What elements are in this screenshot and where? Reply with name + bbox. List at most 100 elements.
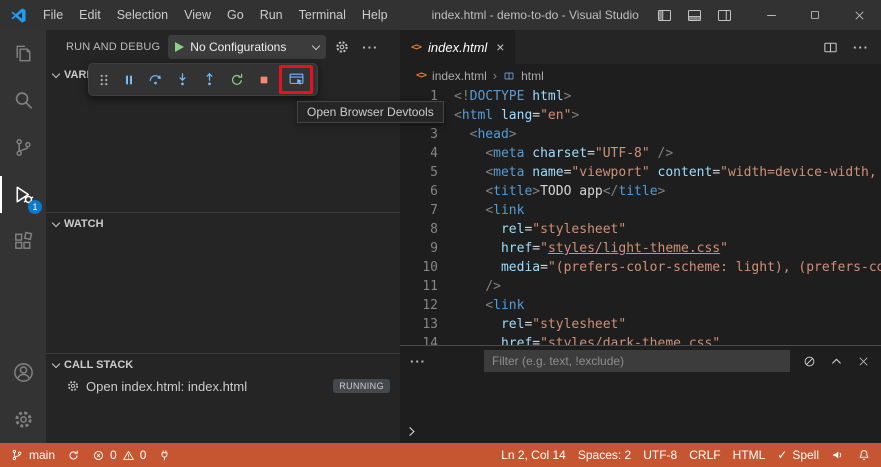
sidebar-more-actions-icon[interactable]: ··· — [358, 35, 382, 59]
editor-more-actions-icon[interactable]: ··· — [853, 40, 869, 55]
notifications-item[interactable] — [851, 443, 877, 467]
close-panel-icon[interactable] — [856, 354, 871, 369]
code-line[interactable]: 11 /> — [400, 277, 881, 296]
code-token: "width=device-width, — [720, 165, 877, 180]
debug-status-item[interactable] — [152, 443, 177, 467]
breadcrumb-file[interactable]: index.html — [432, 69, 487, 83]
maximize-button[interactable] — [793, 0, 837, 30]
line-number[interactable]: 4 — [400, 144, 438, 163]
menu-item-run[interactable]: Run — [252, 0, 291, 30]
code-line[interactable]: 2<html lang="en"> — [400, 106, 881, 125]
code-line[interactable]: 6 <title>TODO app</title> — [400, 182, 881, 201]
problems-indicator[interactable]: 0 0 — [86, 443, 152, 467]
line-number[interactable]: 6 — [400, 182, 438, 201]
code-line[interactable]: 10 media="(prefers-color-scheme: light),… — [400, 258, 881, 277]
step-into-button[interactable] — [169, 66, 196, 93]
menu-item-go[interactable]: Go — [219, 0, 252, 30]
menu-item-file[interactable]: File — [35, 0, 71, 30]
menu-item-help[interactable]: Help — [354, 0, 396, 30]
call-stack-session-row[interactable]: Open index.html: index.html RUNNING — [46, 375, 400, 397]
code-token: title — [618, 184, 658, 199]
toggle-secondary-sidebar-icon[interactable] — [716, 7, 733, 24]
spell-checker-status[interactable]: ✓ Spell — [771, 443, 825, 467]
restart-button[interactable] — [223, 66, 250, 93]
split-editor-icon[interactable] — [822, 39, 839, 56]
code-line[interactable]: 3 <head> — [400, 125, 881, 144]
toggle-sidebar-icon[interactable] — [656, 7, 673, 24]
open-browser-devtools-button[interactable] — [279, 65, 313, 94]
line-number[interactable]: 10 — [400, 258, 438, 277]
step-over-button[interactable] — [142, 66, 169, 93]
line-number[interactable]: 7 — [400, 201, 438, 220]
debug-settings-gear-icon[interactable] — [330, 35, 354, 59]
announcement-item[interactable] — [825, 443, 851, 467]
minimize-button[interactable] — [749, 0, 793, 30]
menu-item-terminal[interactable]: Terminal — [291, 0, 354, 30]
cursor-position[interactable]: Ln 2, Col 14 — [495, 443, 572, 467]
open-browser-devtools-tooltip: Open Browser Devtools — [297, 101, 444, 123]
code-text: <!DOCTYPE html> — [438, 87, 571, 106]
eol-indicator[interactable]: CRLF — [683, 443, 726, 467]
close-window-button[interactable] — [837, 0, 881, 30]
call-stack-section-header[interactable]: CALL STACK — [46, 353, 400, 375]
code-token: <! — [454, 89, 470, 104]
code-line[interactable]: 1 <!DOCTYPE html> — [400, 87, 881, 106]
code-line[interactable]: 4 <meta charset="UTF-8" /> — [400, 144, 881, 163]
line-number[interactable]: 8 — [400, 220, 438, 239]
step-out-button[interactable] — [196, 66, 223, 93]
sidebar-item-search[interactable] — [0, 77, 46, 124]
watch-section-header[interactable]: WATCH — [46, 212, 400, 234]
menu-item-selection[interactable]: Selection — [109, 0, 176, 30]
sync-changes-button[interactable] — [61, 443, 86, 467]
code-text: rel="stylesheet" — [438, 220, 626, 239]
indentation-indicator[interactable]: Spaces: 2 — [572, 443, 637, 467]
panel-tabs-more-icon[interactable]: ··· — [410, 354, 426, 369]
code-token: name — [532, 165, 564, 180]
launch-configuration-dropdown[interactable]: No Configurations — [168, 35, 327, 59]
start-debug-icon[interactable] — [175, 42, 185, 52]
breadcrumb-symbol[interactable]: html — [521, 69, 544, 83]
branch-indicator[interactable]: main — [4, 443, 61, 467]
maximize-panel-icon[interactable] — [829, 354, 844, 369]
line-number[interactable]: 12 — [400, 296, 438, 315]
code-token: = — [712, 165, 721, 180]
clear-console-icon[interactable] — [802, 354, 817, 369]
settings-button[interactable] — [0, 396, 46, 443]
line-number[interactable]: 13 — [400, 315, 438, 334]
drag-handle-icon[interactable] — [93, 66, 115, 93]
code-text: <html lang="en"> — [438, 106, 579, 125]
sidebar-item-extensions[interactable] — [0, 218, 46, 265]
code-line[interactable]: 7 <link — [400, 201, 881, 220]
tab-index-html[interactable]: <> index.html × — [400, 30, 516, 64]
close-tab-icon[interactable]: × — [496, 39, 504, 55]
line-number[interactable]: 5 — [400, 163, 438, 182]
encoding-indicator[interactable]: UTF-8 — [637, 443, 683, 467]
code-line[interactable]: 12 <link — [400, 296, 881, 315]
language-mode[interactable]: HTML — [727, 443, 772, 467]
code-text: <head> — [438, 125, 517, 144]
debug-console-input[interactable] — [405, 425, 418, 438]
status-bar-right: Ln 2, Col 14 Spaces: 2 UTF-8 CRLF HTML ✓… — [495, 443, 877, 467]
toggle-panel-icon[interactable] — [686, 7, 703, 24]
accounts-button[interactable] — [0, 349, 46, 396]
code-token: < — [485, 146, 494, 161]
sidebar-item-explorer[interactable] — [0, 30, 46, 77]
sidebar-title: RUN AND DEBUG — [66, 41, 161, 53]
code-token: href — [500, 241, 533, 256]
html-symbol-icon — [503, 70, 515, 82]
line-number[interactable]: 11 — [400, 277, 438, 296]
pause-button[interactable] — [115, 66, 142, 93]
code-line[interactable]: 13 rel="stylesheet" — [400, 315, 881, 334]
sidebar-item-source-control[interactable] — [0, 124, 46, 171]
code-line[interactable]: 9 href="styles/light-theme.css" — [400, 239, 881, 258]
code-line[interactable]: 5 <meta name="viewport" content="width=d… — [400, 163, 881, 182]
console-filter-input[interactable] — [484, 350, 790, 372]
line-number[interactable]: 3 — [400, 125, 438, 144]
menu-item-view[interactable]: View — [176, 0, 219, 30]
menu-item-edit[interactable]: Edit — [71, 0, 109, 30]
stop-button[interactable] — [250, 66, 277, 93]
line-number[interactable]: 9 — [400, 239, 438, 258]
sidebar-item-run-and-debug[interactable]: 1 — [0, 171, 46, 218]
code-line[interactable]: 8 rel="stylesheet" — [400, 220, 881, 239]
